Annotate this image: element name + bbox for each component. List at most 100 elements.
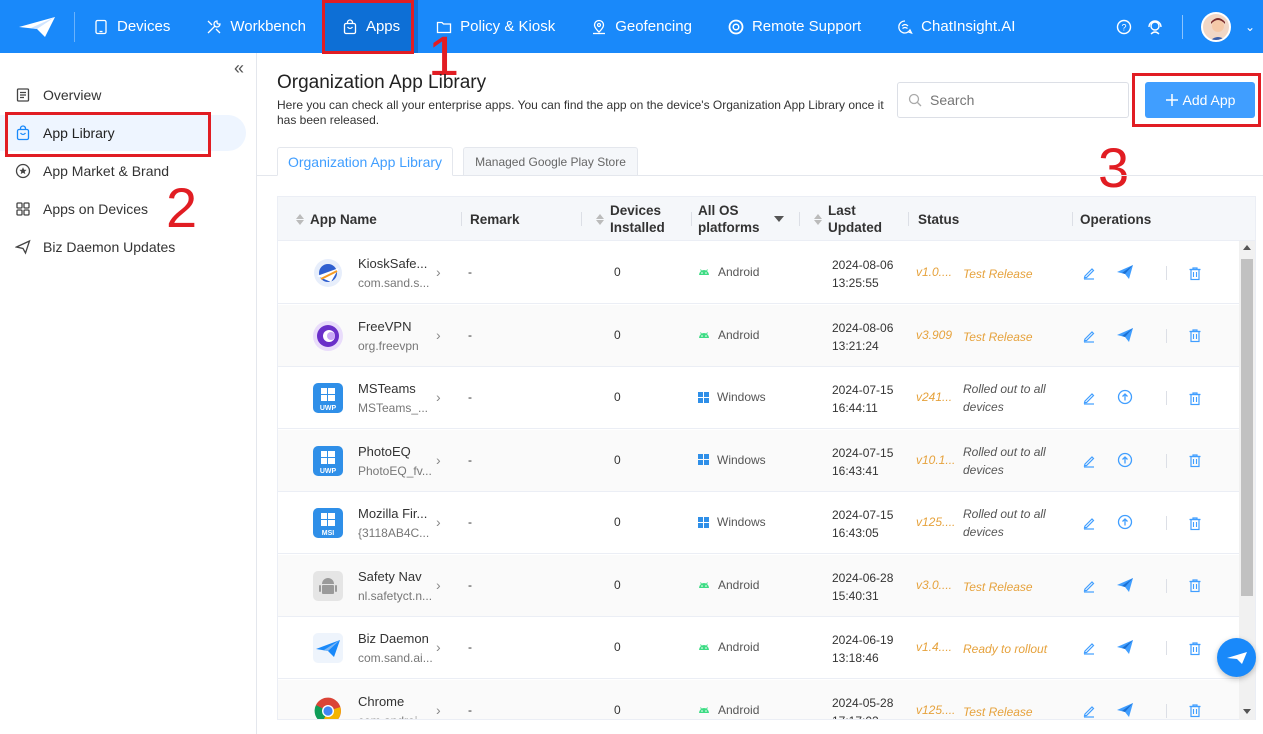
edit-icon[interactable]	[1080, 452, 1098, 470]
nav-remote[interactable]: Remote Support	[710, 0, 879, 53]
search-input[interactable]	[930, 92, 1110, 108]
support-agent-icon[interactable]	[1146, 18, 1164, 36]
send-icon[interactable]	[1116, 326, 1134, 344]
edit-icon[interactable]	[1080, 577, 1098, 595]
table-row[interactable]: Chrome com.androi... › - 0 Android 2024-05-281…	[278, 679, 1240, 720]
app-name[interactable]: Mozilla Fir...	[358, 506, 427, 521]
search-box[interactable]	[897, 82, 1129, 118]
chevron-right-icon[interactable]: ›	[436, 639, 441, 655]
edit-icon[interactable]	[1080, 639, 1098, 657]
nav-devices[interactable]: Devices	[75, 0, 188, 53]
chevron-right-icon[interactable]: ›	[436, 702, 441, 718]
sidebar-item-apps-on-devices[interactable]: Apps on Devices	[0, 191, 246, 227]
chevron-right-icon[interactable]: ›	[436, 452, 441, 468]
tab-organization-app-library[interactable]: Organization App Library	[277, 147, 453, 176]
divider	[1166, 703, 1167, 718]
sidebar-item-label: Overview	[43, 87, 102, 103]
table-row[interactable]: Safety Nav nl.safetyct.n... › - 0 Android 2024…	[278, 554, 1240, 617]
app-name[interactable]: Biz Daemon	[358, 631, 429, 646]
delete-icon[interactable]	[1186, 702, 1204, 720]
upload-icon[interactable]	[1116, 513, 1134, 531]
remark: -	[468, 702, 472, 717]
col-os-platforms[interactable]: All OS platforms	[698, 197, 784, 241]
delete-icon[interactable]	[1186, 452, 1204, 470]
chevron-right-icon[interactable]: ›	[436, 389, 441, 405]
send-icon[interactable]	[1116, 701, 1134, 719]
table-row[interactable]: UWP PhotoEQ PhotoEQ_fv... › - 0 Windows 2024-07…	[278, 429, 1240, 492]
delete-icon[interactable]	[1186, 264, 1204, 282]
app-name[interactable]: Safety Nav	[358, 569, 422, 584]
user-avatar[interactable]	[1200, 11, 1231, 42]
chevron-right-icon[interactable]: ›	[436, 327, 441, 343]
delete-icon[interactable]	[1186, 327, 1204, 345]
filter-dropdown-icon[interactable]	[774, 216, 784, 222]
os-platform: Android	[698, 640, 759, 654]
edit-icon[interactable]	[1080, 702, 1098, 720]
divider	[1166, 578, 1167, 593]
app-name[interactable]: KioskSafe...	[358, 256, 427, 271]
app-name[interactable]: PhotoEQ	[358, 444, 411, 459]
status-badge: Rolled out to all devices	[963, 444, 1046, 477]
chevron-down-icon[interactable]: ⌄	[1245, 20, 1255, 34]
last-updated: 2024-08-06 13:21:24	[832, 320, 894, 353]
nav-geofencing[interactable]: Geofencing	[573, 0, 710, 53]
nav-workbench[interactable]: Workbench	[188, 0, 324, 53]
table-row[interactable]: Biz Daemon com.sand.ai... › - 0 Android 2024-0…	[278, 617, 1240, 679]
table-row[interactable]: FreeVPN org.freevpn › - 0 Android 2024-08-06 13…	[278, 304, 1240, 367]
col-app-name[interactable]: App Name	[296, 197, 377, 241]
delete-icon[interactable]	[1186, 514, 1204, 532]
sidebar-item-biz-daemon-updates[interactable]: Biz Daemon Updates	[0, 229, 246, 265]
sort-icon[interactable]	[596, 213, 604, 225]
col-devices-installed[interactable]: Devices Installed	[596, 197, 670, 241]
app-name[interactable]: Chrome	[358, 694, 404, 709]
send-icon[interactable]	[1116, 263, 1134, 281]
scroll-thumb[interactable]	[1241, 259, 1253, 596]
upload-icon[interactable]	[1116, 388, 1134, 406]
send-icon[interactable]	[1116, 576, 1134, 594]
delete-icon[interactable]	[1186, 639, 1204, 657]
divider	[1166, 266, 1167, 280]
upload-icon[interactable]	[1116, 451, 1134, 469]
table-row[interactable]: UWP MSTeams MSTeams_... › - 0 Windows 2024-07-1…	[278, 367, 1240, 429]
edit-icon[interactable]	[1080, 327, 1098, 345]
divider	[1166, 328, 1167, 343]
windows-icon	[698, 454, 709, 465]
chevron-right-icon[interactable]: ›	[436, 577, 441, 593]
status-badge: Ready to rollout	[963, 642, 1048, 656]
sort-icon[interactable]	[296, 213, 304, 225]
app-name[interactable]: FreeVPN	[358, 319, 411, 334]
edit-icon[interactable]	[1080, 514, 1098, 532]
collapse-sidebar-icon[interactable]: «	[234, 58, 244, 79]
help-icon[interactable]: ?	[1116, 19, 1132, 35]
delete-icon[interactable]	[1186, 389, 1204, 407]
paper-plane-icon	[15, 239, 31, 255]
col-last-updated[interactable]: Last Updated	[814, 197, 884, 241]
edit-icon[interactable]	[1080, 264, 1098, 282]
app-package: PhotoEQ_fv...	[358, 463, 432, 478]
nav-label: Devices	[117, 18, 171, 35]
table-row[interactable]: MSI Mozilla Fir... {3118AB4C... › - 0 Windows 2…	[278, 492, 1240, 554]
edit-icon[interactable]	[1080, 389, 1098, 407]
last-updated: 2024-07-15 16:43:41	[832, 445, 894, 478]
android-icon	[698, 642, 710, 652]
airdroid-logo[interactable]	[0, 11, 75, 42]
android-icon	[698, 705, 710, 715]
nav-chat[interactable]: ChatInsight.AI	[879, 0, 1033, 53]
floating-assistant-button[interactable]	[1217, 638, 1256, 677]
chevron-right-icon[interactable]: ›	[436, 264, 441, 280]
send-icon[interactable]	[1116, 638, 1134, 656]
annotation-number-2: 2	[166, 176, 198, 239]
delete-icon[interactable]	[1186, 577, 1204, 595]
svg-text:MSI: MSI	[322, 530, 335, 537]
os-platform: Android	[698, 328, 759, 342]
sort-icon[interactable]	[814, 213, 822, 225]
sidebar-item-app-market-brand[interactable]: App Market & Brand	[0, 153, 246, 189]
scroll-up-arrow[interactable]	[1243, 245, 1251, 250]
app-name[interactable]: MSTeams	[358, 381, 416, 396]
scroll-down-arrow[interactable]	[1243, 709, 1251, 714]
chevron-right-icon[interactable]: ›	[436, 514, 441, 530]
sidebar-item-label: Biz Daemon Updates	[43, 239, 176, 255]
table-row[interactable]: KioskSafe... com.sand.s... › - 0 Android 2024-…	[278, 242, 1240, 304]
tab-managed-google-play[interactable]: Managed Google Play Store	[463, 147, 638, 176]
sidebar-item-overview[interactable]: Overview	[0, 77, 246, 113]
